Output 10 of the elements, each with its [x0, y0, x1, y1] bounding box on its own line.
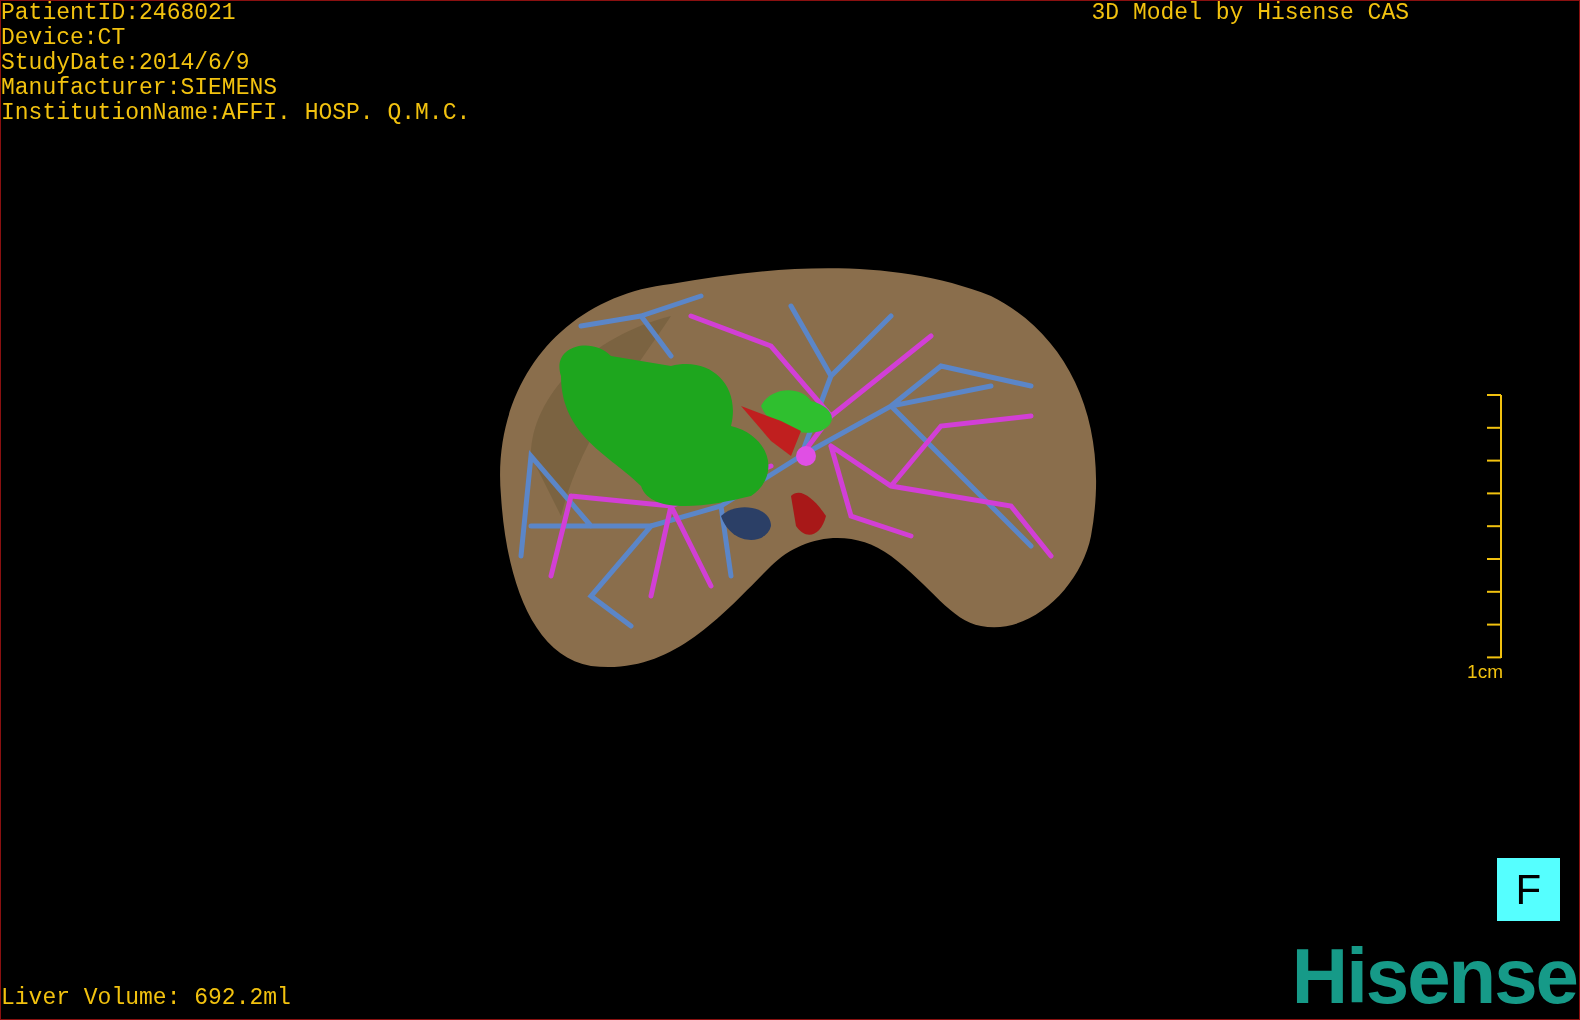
study-info-line: InstitutionName:AFFI. HOSP. Q.M.C.	[1, 101, 471, 126]
brand-logo: Hisense	[1291, 943, 1577, 1009]
study-info-line: PatientID:2468021	[1, 1, 237, 26]
study-info-line: StudyDate:2014/6/9	[1, 51, 251, 76]
viewer-title: 3D Model by Hisense CAS	[1091, 1, 1409, 26]
study-info-line: Device:CT	[1, 26, 127, 51]
study-info-line: Manufacturer:SIEMENS	[1, 76, 279, 101]
liver-volume: Liver Volume: 692.2ml	[1, 986, 291, 1011]
scale-label: 1cm	[1467, 661, 1503, 683]
orientation-marker: F	[1496, 858, 1560, 921]
